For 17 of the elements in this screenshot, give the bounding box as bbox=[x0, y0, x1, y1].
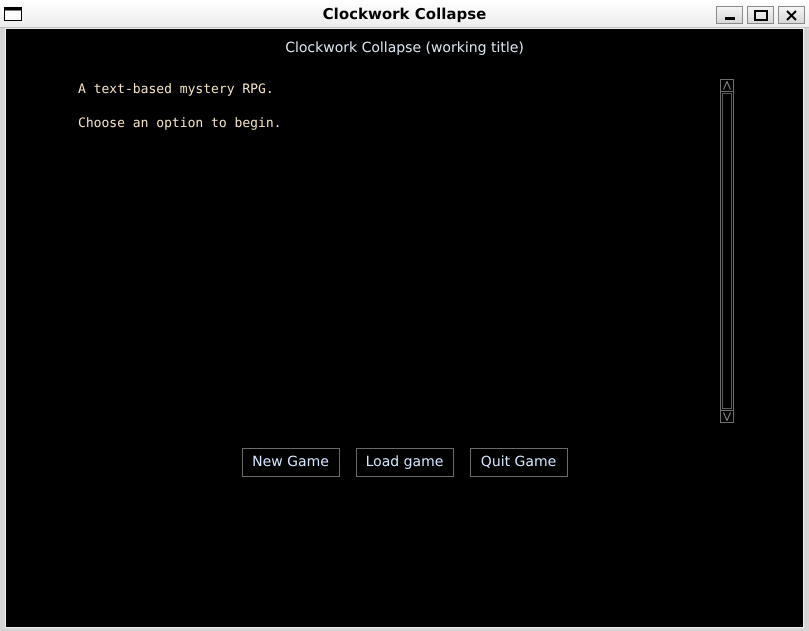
scroll-up-button[interactable] bbox=[721, 80, 733, 92]
maximize-icon bbox=[754, 10, 768, 20]
output-text-line: A text-based mystery RPG. bbox=[78, 81, 274, 98]
minimize-button[interactable] bbox=[716, 6, 743, 24]
close-button[interactable] bbox=[778, 6, 805, 24]
output-text-line: Choose an option to begin. bbox=[78, 115, 282, 132]
window-title: Clockwork Collapse bbox=[322, 4, 486, 22]
menu-button[interactable]: New Game bbox=[242, 448, 340, 477]
minimize-icon bbox=[724, 17, 734, 20]
menu-button[interactable]: Quit Game bbox=[470, 448, 568, 477]
scrollbar[interactable] bbox=[720, 79, 734, 423]
close-icon bbox=[786, 10, 797, 20]
game-title: Clockwork Collapse (working title) bbox=[285, 39, 524, 57]
window-icon[interactable] bbox=[4, 7, 22, 21]
menu-button[interactable]: Load game bbox=[356, 448, 454, 477]
maximize-button[interactable] bbox=[747, 6, 774, 24]
scroll-down-button[interactable] bbox=[721, 410, 733, 422]
